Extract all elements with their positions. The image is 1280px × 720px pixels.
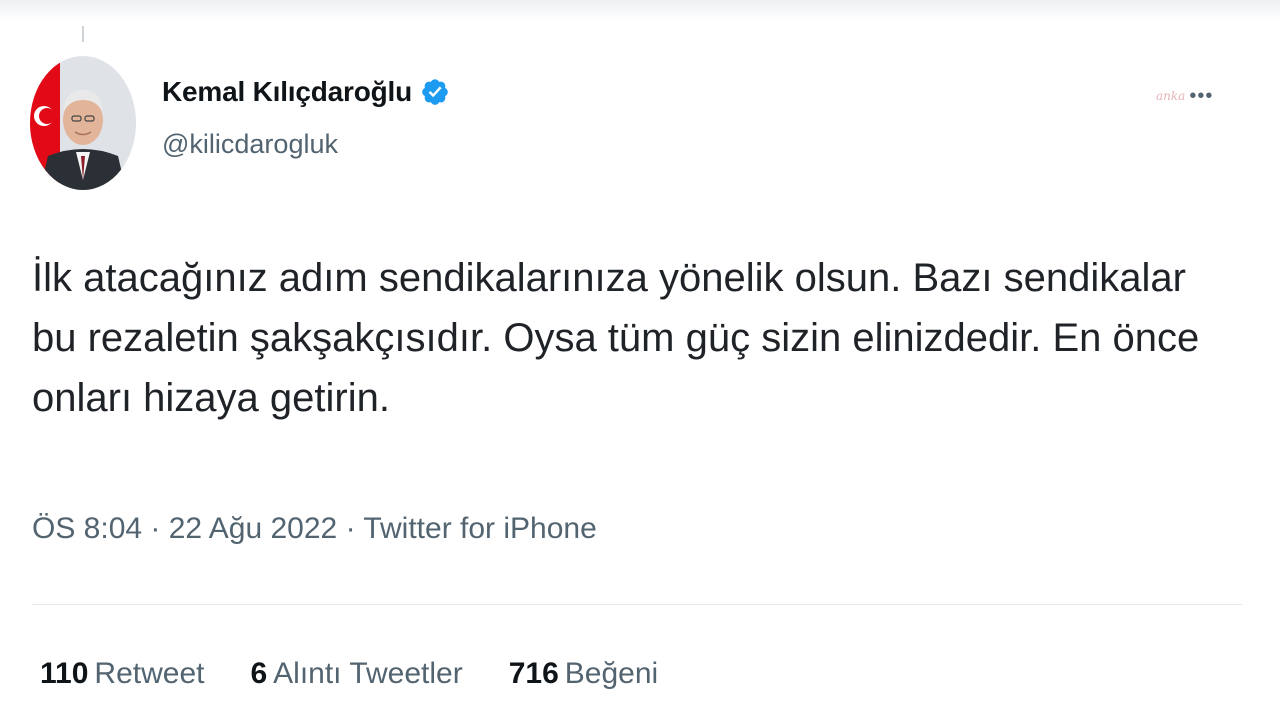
tweet-text: İlk atacağınız adım sendikalarınıza yöne… [32,256,1200,420]
author-handle[interactable]: @kilicdarogluk [162,129,338,160]
author-row: Kemal Kılıçdaroğlu [162,76,450,108]
retweet-stat[interactable]: 110 Retweet [40,657,204,691]
more-options[interactable]: anka ••• [1156,86,1213,106]
watermark: anka [1156,89,1186,103]
verified-badge-icon [420,77,450,107]
author-name[interactable]: Kemal Kılıçdaroğlu [162,76,412,108]
like-count: 716 [508,657,559,690]
quote-tweet-count: 6 [250,657,268,690]
top-fade [0,0,1280,22]
top-divider-tick [82,26,84,42]
stats-divider [32,604,1242,605]
like-stat[interactable]: 716 Beğeni [509,657,658,691]
quote-tweet-label: Alıntı Tweetler [273,657,463,690]
tweet-meta[interactable]: ÖS 8:04 · 22 Ağu 2022 · Twitter for iPho… [32,512,597,546]
retweet-count: 110 [40,657,89,690]
like-label: Beğeni [564,657,659,690]
avatar-image [30,56,136,190]
more-options-icon[interactable]: ••• [1189,86,1213,106]
engagement-stats: 110 Retweet 6 Alıntı Tweetler 716 Beğeni [40,657,658,691]
quote-tweet-stat[interactable]: 6 Alıntı Tweetler [250,657,462,691]
retweet-label: Retweet [94,657,205,690]
avatar[interactable] [30,56,136,190]
